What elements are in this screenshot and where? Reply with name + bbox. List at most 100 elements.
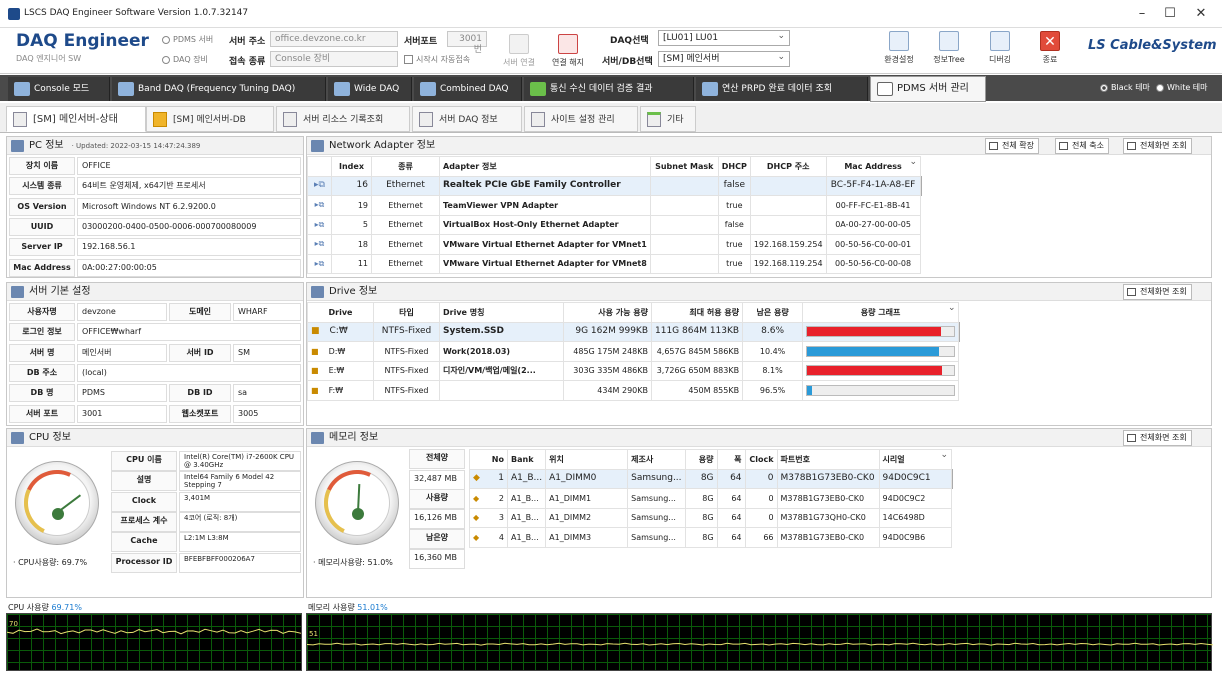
table-row[interactable]: ▸⧉ 5 Ethernet VirtualBox Host-Only Ethernet… bbox=[307, 214, 922, 235]
server-port-input[interactable]: 3001 번 bbox=[447, 31, 487, 55]
pc-key: OS Version bbox=[9, 197, 75, 216]
memory-cell: A1_B... bbox=[506, 527, 547, 548]
theme-white-radio[interactable]: White 테마 bbox=[1156, 82, 1208, 93]
connect-button[interactable]: 서버 연결 bbox=[500, 34, 538, 68]
memory-gauge bbox=[314, 460, 400, 546]
table-row[interactable]: ◆ 2 A1_B... A1_DIMM1 Samsung... 8G 64 0 M378B1G7… bbox=[469, 488, 953, 509]
settings-icon bbox=[889, 31, 909, 51]
network-cell: true bbox=[717, 195, 751, 216]
subtab-site-settings[interactable]: 사이트 설정 관리 bbox=[524, 106, 638, 132]
memory-cell: A1_DIMM2 bbox=[545, 507, 629, 528]
drive-icon bbox=[311, 286, 324, 298]
maximize-button[interactable]: ☐ bbox=[1161, 5, 1179, 23]
tab-console[interactable]: Console 모드 bbox=[8, 77, 110, 101]
subtab-server-daq[interactable]: 서버 DAQ 정보 bbox=[412, 106, 522, 132]
server-db-select[interactable]: [SM] 메인서버 bbox=[658, 51, 790, 67]
adapter-expand-icon[interactable]: ▸⧉ bbox=[307, 175, 332, 196]
memory-header: 메모리 정보 bbox=[307, 429, 1211, 447]
drive-cell: 4,657G 845M 586KB bbox=[650, 341, 744, 362]
table-row[interactable]: ■ D:₩ NTFS-Fixed Work(2018.03) 485G 175M 248… bbox=[307, 341, 960, 362]
table-row[interactable]: ▸⧉ 11 Ethernet VMware Virtual Ethernet Adap… bbox=[307, 253, 922, 274]
network-fullview-button[interactable]: 전체화면 조회 bbox=[1123, 138, 1192, 154]
subtab-server-status[interactable]: [SM] 메인서버-상태 bbox=[6, 106, 146, 132]
memory-cell: A1_B... bbox=[506, 507, 547, 528]
exit-button[interactable]: ✕ 종료 bbox=[1030, 31, 1070, 65]
unplug-icon bbox=[558, 34, 578, 54]
drive-fullview-button[interactable]: 전체화면 조회 bbox=[1123, 284, 1192, 300]
tab-band-daq[interactable]: Band DAQ (Frequency Tuning DAQ) bbox=[112, 77, 326, 101]
memory-cell: A1_B... bbox=[506, 488, 547, 509]
adapter-expand-icon[interactable]: ▸⧉ bbox=[307, 214, 332, 235]
network-cell: 11 bbox=[331, 253, 372, 274]
tab-wide-daq[interactable]: Wide DAQ bbox=[328, 77, 412, 101]
memory-fullview-button[interactable]: 전체화면 조회 bbox=[1123, 430, 1192, 446]
env-settings-button[interactable]: 환경설정 bbox=[878, 31, 920, 65]
server-addr-input[interactable]: office.devzone.co.kr bbox=[270, 31, 398, 47]
collapse-all-button[interactable]: 전체 축소 bbox=[1055, 138, 1109, 154]
memory-cell: M378B1G73EB0-CK0 bbox=[776, 468, 880, 489]
cpu-usage-line bbox=[7, 628, 302, 635]
table-row[interactable]: ■ C:₩ NTFS-Fixed System.SSD 9G 162M 999KB 111… bbox=[307, 321, 960, 342]
disconnect-button[interactable]: 연결 해지 bbox=[548, 34, 588, 68]
adapter-expand-icon[interactable]: ▸⧉ bbox=[307, 253, 332, 274]
col-no: No bbox=[469, 449, 508, 470]
table-row[interactable]: ▸⧉ 16 Ethernet Realtek PCIe GbE Family Cont… bbox=[307, 175, 922, 196]
drive-header: Drive 정보 bbox=[307, 283, 1211, 301]
tab-prpd[interactable]: 연산 PRPD 완료 데이터 조회 bbox=[696, 77, 868, 101]
network-cell: Ethernet bbox=[371, 175, 440, 196]
radio-daq[interactable]: DAQ 장비 bbox=[162, 54, 208, 65]
capacity-bar bbox=[806, 326, 956, 338]
tab-pdms-server[interactable]: PDMS 서버 관리 bbox=[870, 76, 986, 102]
network-cell: Ethernet bbox=[371, 234, 440, 255]
server-key: 로그인 정보 bbox=[9, 323, 75, 342]
window-icon bbox=[1127, 288, 1136, 296]
table-row[interactable]: ■ F:₩ NTFS-Fixed 434M 290KB 450M 855KB 96.5% bbox=[307, 380, 960, 401]
daq-select[interactable]: [LU01] LU01 bbox=[658, 30, 790, 46]
theme-black-radio[interactable]: Black 테마 bbox=[1100, 82, 1150, 93]
table-row[interactable]: ▸⧉ 18 Ethernet VMware Virtual Ethernet Adap… bbox=[307, 234, 922, 255]
tab-combined-daq[interactable]: Combined DAQ bbox=[414, 77, 522, 101]
table-row[interactable]: ◆ 1 A1_B... A1_DIMM0 Samsung... 8G 64 0 M378B1G7… bbox=[469, 468, 953, 489]
col-clock: Clock bbox=[744, 449, 778, 470]
adapter-expand-icon[interactable]: ▸⧉ bbox=[307, 195, 332, 216]
used-value: 16,126 MB bbox=[409, 509, 465, 529]
cpu-info-panel: CPU 정보 · CPU사용량: 69.7% CPU 이름 Intel(R) Co… bbox=[6, 428, 304, 598]
radio-icon bbox=[1156, 83, 1164, 92]
table-row[interactable]: ◆ 3 A1_B... A1_DIMM2 Samsung... 8G 64 0 M378B1G7… bbox=[469, 507, 953, 528]
memory-cell: M378B1G73EB0-CK0 bbox=[776, 527, 880, 548]
drive-icon: ■ bbox=[311, 326, 320, 337]
tab-verify[interactable]: 통신 수신 데이터 검증 결과 bbox=[524, 77, 694, 101]
subtab-server-db[interactable]: [SM] 메인서버-DB bbox=[146, 106, 274, 132]
debug-icon bbox=[990, 31, 1010, 51]
adapter-expand-icon[interactable]: ▸⧉ bbox=[307, 234, 332, 255]
memory-cell: 8G bbox=[684, 527, 718, 548]
minimize-button[interactable]: – bbox=[1133, 5, 1151, 23]
memory-cell: M378B1G73EB0-CK0 bbox=[776, 488, 880, 509]
cpu-key: Cache bbox=[111, 532, 177, 553]
memory-icon bbox=[311, 432, 324, 444]
conn-type-select[interactable]: Console 장비 bbox=[270, 51, 398, 67]
table-row[interactable]: ▸⧉ 19 Ethernet TeamViewer VPN Adapter true 00… bbox=[307, 195, 922, 216]
cpu-value: Intel64 Family 6 Model 42 Stepping 7 bbox=[179, 471, 301, 492]
network-cell bbox=[749, 175, 827, 196]
close-button[interactable]: ✕ bbox=[1192, 5, 1210, 23]
network-cell: Ethernet bbox=[371, 253, 440, 274]
subtab-etc[interactable]: 기타 bbox=[640, 106, 696, 132]
network-cell: false bbox=[717, 175, 751, 196]
table-row[interactable]: ◆ 4 A1_B... A1_DIMM3 Samsung... 8G 64 66 M378B1G… bbox=[469, 527, 953, 548]
auto-connect-checkbox[interactable]: 시작시 자동접속 bbox=[404, 54, 470, 65]
capacity-bar-fill bbox=[807, 346, 939, 356]
radio-pdms[interactable]: PDMS 서버 bbox=[162, 34, 213, 45]
pc-key: Server IP bbox=[9, 238, 75, 257]
memory-usage-line bbox=[307, 642, 1213, 646]
network-cell: true bbox=[717, 253, 751, 274]
memory-panel: 메모리 정보 전체화면 조회 · 메모리사용량: 51.0% 전체양 32,48… bbox=[306, 428, 1212, 598]
server-value: 3005 bbox=[233, 404, 301, 423]
debug-button[interactable]: 디버깅 bbox=[980, 31, 1020, 65]
memory-cell: 66 bbox=[744, 527, 778, 548]
memory-cell: ◆ 2 bbox=[469, 488, 508, 509]
expand-all-button[interactable]: 전체 확장 bbox=[985, 138, 1039, 154]
table-row[interactable]: ■ E:₩ NTFS-Fixed 디자인/VM/백업/메일(2... 303G 335M… bbox=[307, 360, 960, 381]
info-tree-button[interactable]: 정보Tree bbox=[928, 31, 970, 65]
subtab-resource-log[interactable]: 서버 리소스 기록조회 bbox=[276, 106, 410, 132]
